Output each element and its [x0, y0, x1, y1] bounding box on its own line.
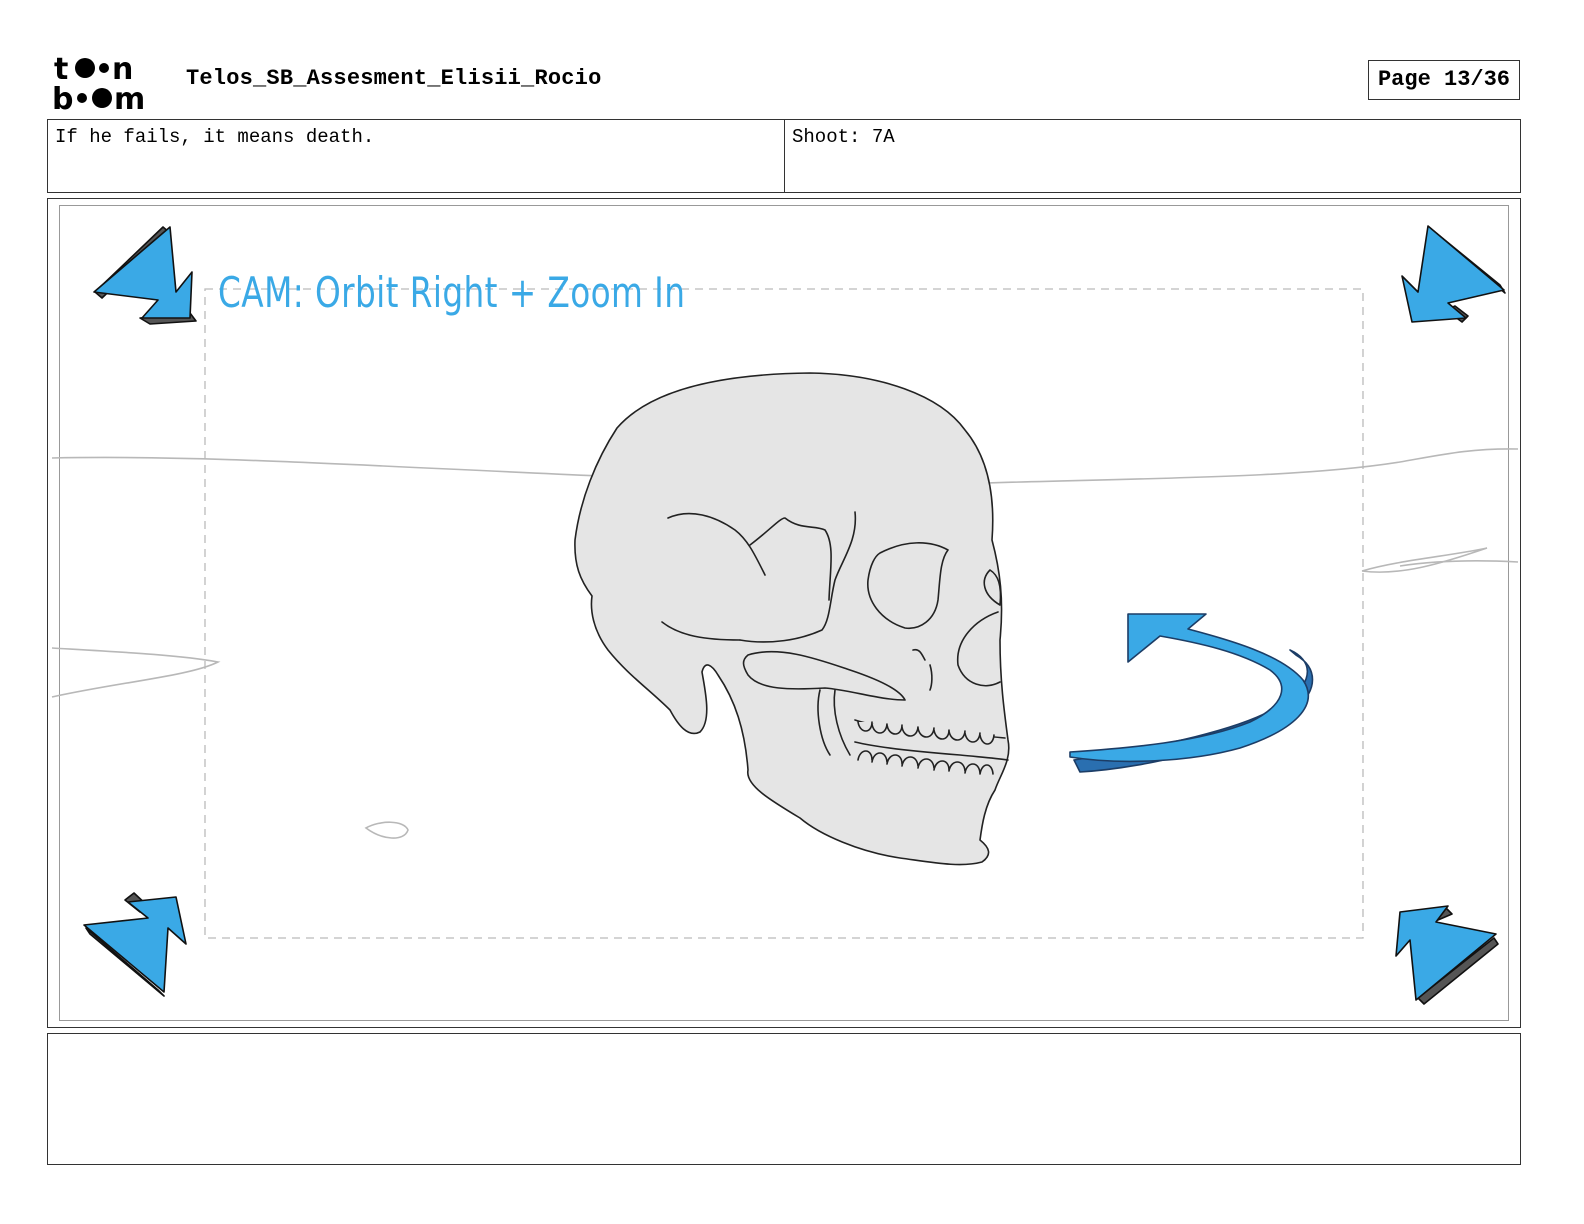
camera-move-note: CAM: Orbit Right + Zoom In [218, 268, 686, 317]
orbit-right-arrow-icon [1069, 613, 1314, 773]
corner-arrow-top-left-icon [93, 226, 197, 325]
corner-arrow-bottom-right-icon [1395, 905, 1499, 1005]
corner-arrow-top-right-icon [1401, 225, 1506, 323]
skull-drawing [574, 372, 1010, 866]
corner-arrow-bottom-left-icon [83, 892, 187, 997]
panel-notes-box [47, 1033, 1521, 1165]
